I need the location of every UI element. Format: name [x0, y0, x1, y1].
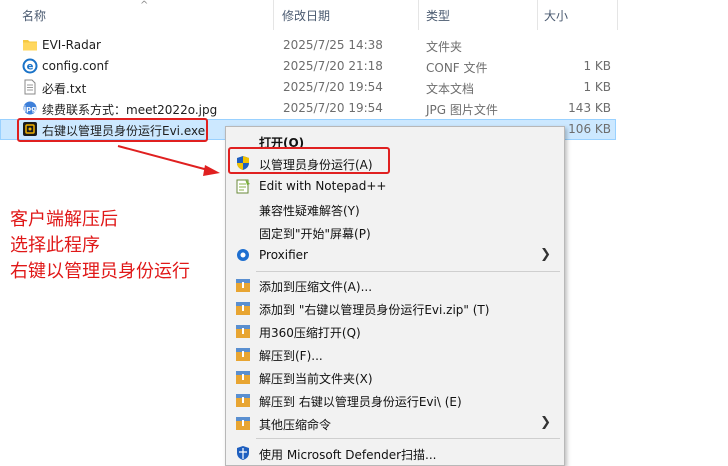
file-name: EVI-Radar	[42, 38, 101, 52]
menu-item-compatibility[interactable]: 兼容性疑难解答(Y)	[227, 198, 563, 221]
menu-item-extract-here[interactable]: 解压到当前文件夹(X)	[227, 366, 563, 389]
file-date: 2025/7/20 19:54	[283, 101, 383, 115]
file-date: 2025/7/20 21:18	[283, 59, 383, 73]
file-type: CONF 文件	[426, 61, 488, 75]
menu-item-open-360[interactable]: 用360压缩打开(Q)	[227, 320, 563, 343]
file-name: config.conf	[42, 59, 109, 73]
menu-item-edit-notepad[interactable]: Edit with Notepad++	[227, 175, 563, 198]
menu-item-pin-start[interactable]: 固定到"开始"屏幕(P)	[227, 221, 563, 244]
column-header: ^ 名称 修改日期 类型 大小	[0, 0, 728, 30]
archive-icon	[236, 371, 250, 384]
submenu-arrow-icon: ❯	[540, 415, 551, 430]
proxifier-icon	[237, 249, 249, 261]
file-name: 必看.txt	[42, 82, 87, 96]
menu-item-more-compress[interactable]: 其他压缩命令 ❯	[227, 412, 563, 435]
archive-icon	[236, 348, 250, 361]
menu-separator	[256, 438, 560, 439]
menu-item-defender-scan[interactable]: 使用 Microsoft Defender扫描...	[227, 442, 563, 465]
file-row-evi-radar[interactable]: EVI-Radar 2025/7/25 14:38 文件夹	[0, 35, 616, 56]
svg-text:jpg: jpg	[23, 105, 36, 113]
file-size: 1 KB	[583, 80, 611, 94]
archive-icon	[236, 394, 250, 407]
archive-icon	[236, 279, 250, 292]
column-type-header[interactable]: 类型	[426, 7, 450, 24]
menu-item-add-zip[interactable]: 添加到 "右键以管理员身份运行Evi.zip" (T)	[227, 297, 563, 320]
menu-item-add-archive[interactable]: 添加到压缩文件(A)...	[227, 274, 563, 297]
file-name: 续费联系方式：meet2022o.jpg	[42, 103, 218, 117]
file-row-config[interactable]: e config.conf 2025/7/20 21:18 CONF 文件 1 …	[0, 56, 616, 77]
folder-icon	[23, 40, 37, 51]
file-size: 143 KB	[568, 101, 611, 115]
file-row-readme[interactable]: 必看.txt 2025/7/20 19:54 文本文档 1 KB	[0, 77, 616, 98]
file-size: 1 KB	[583, 59, 611, 73]
column-divider[interactable]	[537, 0, 538, 30]
archive-icon	[236, 302, 250, 315]
image-file-icon: jpg	[23, 101, 37, 115]
file-row-jpg[interactable]: jpg 续费联系方式：meet2022o.jpg 2025/7/20 19:54…	[0, 98, 616, 119]
submenu-arrow-icon: ❯	[540, 247, 551, 262]
file-type: 文件夹	[426, 40, 463, 54]
menu-separator	[256, 271, 560, 272]
annotation-line-3: 右键以管理员身份运行	[10, 261, 190, 282]
file-date: 2025/7/25 14:38	[283, 38, 383, 52]
annotation-line-2: 选择此程序	[10, 235, 100, 256]
column-divider[interactable]	[617, 0, 618, 30]
notepad-plus-icon	[236, 179, 250, 194]
run-as-admin-highlight-box	[228, 147, 390, 174]
menu-item-proxifier[interactable]: Proxifier ❯	[227, 244, 563, 267]
column-name-header[interactable]: 名称	[22, 7, 46, 24]
column-date-header[interactable]: 修改日期	[282, 7, 330, 24]
file-type: JPG 图片文件	[426, 103, 498, 117]
context-menu: 打开(O) 以管理员身份运行(A) Edit with Notepad++ 兼容…	[225, 126, 565, 466]
column-size-header[interactable]: 大小	[544, 7, 568, 24]
menu-item-extract-folder[interactable]: 解压到 右键以管理员身份运行Evi\ (E)	[227, 389, 563, 412]
column-divider[interactable]	[418, 0, 419, 30]
annotation-line-1: 客户端解压后	[10, 209, 118, 230]
column-divider[interactable]	[273, 0, 274, 30]
menu-item-extract-to[interactable]: 解压到(F)...	[227, 343, 563, 366]
text-file-icon	[24, 79, 36, 95]
file-type: 文本文档	[426, 82, 475, 96]
ie-file-icon: e	[22, 58, 38, 74]
svg-text:e: e	[27, 62, 34, 73]
sort-up-icon[interactable]: ^	[140, 0, 148, 11]
archive-icon	[236, 325, 250, 338]
archive-icon	[236, 417, 250, 430]
filename-highlight-box	[17, 118, 208, 142]
file-size: 106 KB	[568, 122, 611, 136]
file-date: 2025/7/20 19:54	[283, 80, 383, 94]
